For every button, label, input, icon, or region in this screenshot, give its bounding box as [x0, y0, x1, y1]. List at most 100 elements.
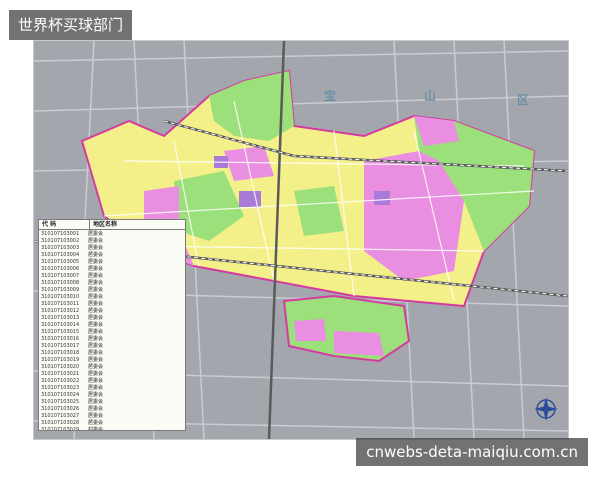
- legend-row-name: 居委会: [88, 245, 104, 251]
- map-legend-table: 代 码 地区名称 310107103001 居委会 310107103002 居委会 3…: [38, 219, 186, 431]
- legend-row: 310107103008 居委会: [39, 280, 185, 287]
- legend-row-code: 310107103004: [41, 252, 80, 258]
- legend-header-name: 地区名称: [93, 221, 118, 228]
- legend-row-code: 310107103016: [41, 336, 80, 342]
- legend-row-name: 村委会: [88, 427, 104, 431]
- legend-header-code: 代 码: [39, 220, 90, 229]
- legend-row-code: 310107103002: [41, 238, 80, 244]
- legend-row: 310107103007 居委会: [39, 273, 185, 280]
- district-label-bao: 宝: [324, 89, 337, 103]
- legend-row-name: 居委会: [88, 315, 104, 321]
- legend-row: 310107103002 居委会: [39, 238, 185, 245]
- legend-row-code: 310107103001: [41, 231, 80, 237]
- legend-row-code: 310107103022: [41, 378, 80, 384]
- district-map: 宝 山 区 代 码 地区名称 310107103001 居委会 3101071030…: [33, 40, 569, 440]
- legend-row: 310107103016 居委会: [39, 336, 185, 343]
- legend-row-name: 居委会: [88, 259, 104, 265]
- legend-row-code: 310107103014: [41, 322, 80, 328]
- legend-row-name: 居委会: [88, 378, 104, 384]
- legend-row: 310107103028 居委会: [39, 420, 185, 427]
- legend-row: 310107103022 居委会: [39, 378, 185, 385]
- legend-row-code: 310107103015: [41, 329, 80, 335]
- legend-row-name: 居委会: [88, 322, 104, 328]
- legend-row-name: 居委会: [88, 280, 104, 286]
- legend-row-name: 居委会: [88, 413, 104, 419]
- legend-row: 310107103014 居委会: [39, 322, 185, 329]
- legend-row-code: 310107103029: [41, 427, 80, 431]
- title-overlay: 世界杯买球部门: [9, 10, 133, 40]
- legend-row: 310107103021 居委会: [39, 371, 185, 378]
- legend-row-name: 居委会: [88, 343, 104, 349]
- legend-row-name: 居委会: [88, 371, 104, 377]
- legend-row: 310107103010 居委会: [39, 294, 185, 301]
- legend-row-name: 居委会: [88, 308, 104, 314]
- legend-row: 310107103015 居委会: [39, 329, 185, 336]
- legend-row: 310107103009 居委会: [39, 287, 185, 294]
- legend-row-code: 310107103011: [41, 301, 80, 307]
- legend-row-name: 居委会: [88, 406, 104, 412]
- legend-row: 310107103012 居委会: [39, 308, 185, 315]
- legend-row-name: 居委会: [88, 392, 104, 398]
- legend-row-name: 居委会: [88, 420, 104, 426]
- image-frame: 宝 山 区 代 码 地区名称 310107103001 居委会 3101071030…: [0, 0, 600, 480]
- legend-row-code: 310107103023: [41, 385, 80, 391]
- legend-row-code: 310107103010: [41, 294, 80, 300]
- south-pink-zone: [334, 331, 384, 356]
- legend-row: 310107103029 村委会: [39, 427, 185, 431]
- district-label-qu: 区: [517, 93, 530, 107]
- legend-row-name: 居委会: [88, 350, 104, 356]
- district-label-shan: 山: [424, 89, 437, 103]
- legend-row-code: 310107103003: [41, 245, 80, 251]
- legend-row: 310107103003 居委会: [39, 245, 185, 252]
- legend-row-code: 310107103009: [41, 287, 80, 293]
- legend-row-name: 居委会: [88, 266, 104, 272]
- legend-row: 310107103001 居委会: [39, 231, 185, 238]
- legend-row-code: 310107103017: [41, 343, 80, 349]
- legend-row-code: 310107103019: [41, 357, 80, 363]
- legend-row: 310107103026 居委会: [39, 406, 185, 413]
- legend-row-code: 310107103013: [41, 315, 80, 321]
- legend-row: 310107103020 居委会: [39, 364, 185, 371]
- south-pink-zone-2: [294, 319, 326, 341]
- legend-row-code: 310107103028: [41, 420, 80, 426]
- legend-row-name: 居委会: [88, 273, 104, 279]
- legend-row-code: 310107103020: [41, 364, 80, 370]
- legend-row-name: 居委会: [88, 294, 104, 300]
- legend-row-code: 310107103024: [41, 392, 80, 398]
- legend-row-name: 居委会: [88, 301, 104, 307]
- legend-row-code: 310107103026: [41, 406, 80, 412]
- legend-row-name: 居委会: [88, 329, 104, 335]
- legend-header: 代 码 地区名称: [39, 220, 185, 230]
- legend-row: 310107103004 居委会: [39, 252, 185, 259]
- legend-row-name: 居委会: [88, 238, 104, 244]
- legend-row-code: 310107103021: [41, 371, 80, 377]
- legend-row-name: 居委会: [88, 252, 104, 258]
- legend-row: 310107103027 居委会: [39, 413, 185, 420]
- legend-row: 310107103005 居委会: [39, 259, 185, 266]
- legend-row: 310107103025 居委会: [39, 399, 185, 406]
- legend-row-name: 居委会: [88, 364, 104, 370]
- legend-row: 310107103011 居委会: [39, 301, 185, 308]
- legend-row-name: 居委会: [88, 385, 104, 391]
- legend-row: 310107103023 居委会: [39, 385, 185, 392]
- legend-row-code: 310107103012: [41, 308, 80, 314]
- legend-row-code: 310107103006: [41, 266, 80, 272]
- legend-row-name: 居委会: [88, 231, 104, 237]
- purple-block-3: [374, 191, 390, 205]
- legend-row-code: 310107103018: [41, 350, 80, 356]
- watermark-text: cnwebs-deta-maiqiu.com.cn: [356, 438, 588, 466]
- legend-row-code: 310107103025: [41, 399, 80, 405]
- legend-row: 310107103024 居委会: [39, 392, 185, 399]
- legend-row-name: 居委会: [88, 357, 104, 363]
- legend-row: 310107103019 居委会: [39, 357, 185, 364]
- legend-row-code: 310107103005: [41, 259, 80, 265]
- legend-row: 310107103013 居委会: [39, 315, 185, 322]
- legend-row: 310107103017 居委会: [39, 343, 185, 350]
- legend-row: 310107103006 居委会: [39, 266, 185, 273]
- legend-row-name: 居委会: [88, 287, 104, 293]
- legend-row-name: 居委会: [88, 336, 104, 342]
- legend-row: 310107103018 居委会: [39, 350, 185, 357]
- purple-block-1: [239, 191, 261, 207]
- legend-row-code: 310107103008: [41, 280, 80, 286]
- legend-row-name: 居委会: [88, 399, 104, 405]
